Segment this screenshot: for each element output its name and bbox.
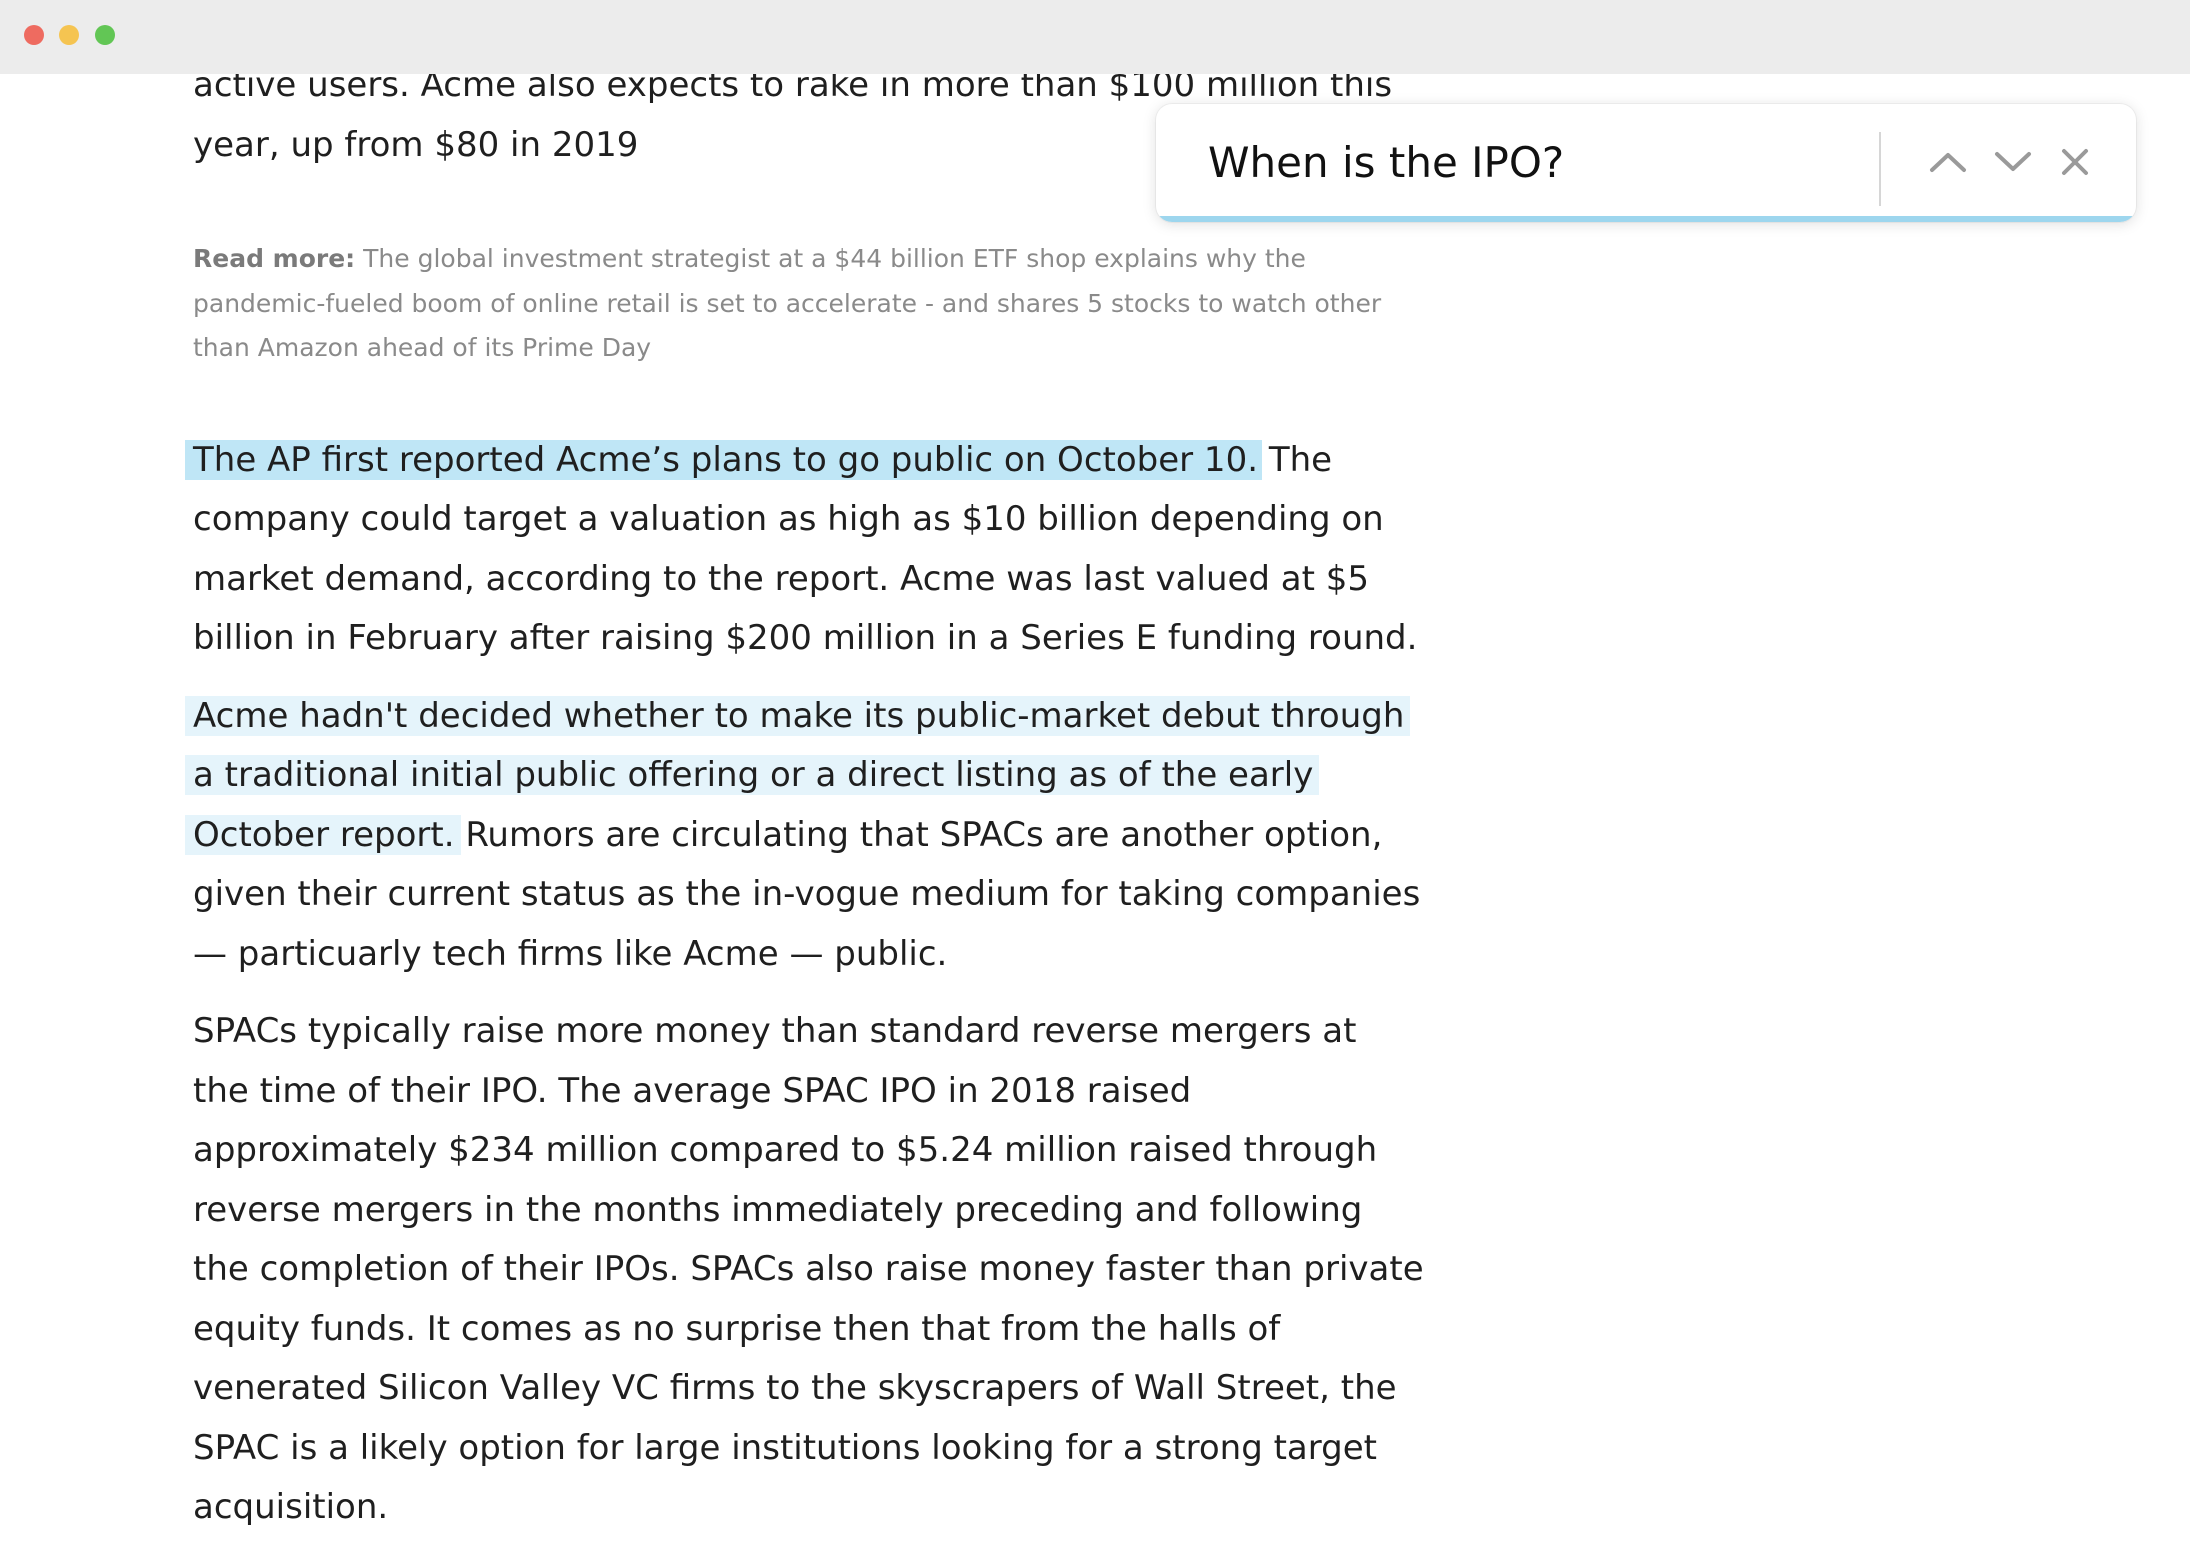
text-line: company could target a valuation as high… [193, 499, 1384, 539]
text-line: approximately $234 million compared to $… [193, 1130, 1378, 1170]
paragraph-ap-report: The AP first reported Acme’s plans to go… [193, 431, 1418, 669]
close-icon [2062, 149, 2088, 175]
text-fragment: Rumors are circulating that SPACs are an… [454, 814, 1383, 855]
article-body: active users. Acme also expects to rake … [193, 56, 1424, 1538]
text-line: equity funds. It comes as no surprise th… [193, 1308, 1281, 1349]
find-input[interactable] [1208, 132, 2008, 192]
text-line: venerated Silicon Valley VC firms to the… [193, 1368, 1397, 1408]
text-line: the time of their IPO. The average SPAC … [193, 1070, 1192, 1111]
next-match-button[interactable] [1989, 138, 2037, 186]
read-more-line[interactable]: pandemic-fueled boom of online retail is… [193, 282, 1413, 327]
text-line: a traditional initial public offering or… [193, 746, 1413, 806]
search-result-highlight-secondary: October report. [193, 814, 455, 855]
find-bar-accent [1156, 216, 2136, 222]
text-line: October report. Rumors are circulating t… [193, 806, 1413, 866]
read-more-link[interactable]: The global investment strategist at a $4… [363, 244, 1306, 273]
read-more-block: Read more: The global investment strateg… [193, 237, 1413, 371]
search-result-highlight-secondary: a traditional initial public offering or… [193, 755, 1314, 795]
chevron-up-icon [1930, 153, 1966, 172]
text-line: The AP first reported Acme’s plans to go… [193, 431, 1413, 491]
search-result-highlight-secondary: Acme hadn't decided whether to make its … [193, 695, 1405, 736]
text-line: the completion of their IPOs. SPACs also… [193, 1249, 1424, 1289]
app-window: active users. Acme also expects to rake … [0, 0, 2190, 1554]
paragraph-spacs: SPACs typically raise more money than st… [193, 1002, 1424, 1538]
search-result-highlight-primary: The AP first reported Acme’s plans to go… [193, 439, 1259, 480]
text-line: SPAC is a likely option for large instit… [193, 1427, 1377, 1468]
paragraph-listing-decision: Acme hadn't decided whether to make its … [193, 687, 1421, 985]
text-line: reverse mergers in the months immediatel… [193, 1189, 1363, 1230]
window-minimize-button[interactable] [59, 25, 79, 45]
read-more-label: Read more: [193, 244, 356, 273]
find-bar [1156, 104, 2136, 222]
read-more-line[interactable]: than Amazon ahead of its Prime Day [193, 326, 1413, 371]
text-fragment: The [1258, 439, 1333, 480]
text-line: Acme hadn't decided whether to make its … [193, 687, 1413, 747]
previous-match-button[interactable] [1924, 138, 1972, 186]
text-line: market demand, according to the report. … [193, 558, 1370, 599]
text-line: — particuarly tech firms like Acme — pub… [193, 933, 948, 974]
find-divider [1879, 132, 1881, 206]
chevron-down-icon [1995, 152, 2031, 171]
text-line: billion in February after raising $200 m… [193, 618, 1418, 658]
text-line: SPACs typically raise more money than st… [193, 1011, 1357, 1051]
window-close-button[interactable] [24, 25, 44, 45]
window-zoom-button[interactable] [95, 25, 115, 45]
read-more-line: Read more: The global investment strateg… [193, 237, 1413, 282]
text-line: acquisition. [193, 1487, 389, 1527]
text-line: given their current status as the in-vog… [193, 874, 1421, 914]
title-bar [0, 0, 2190, 74]
close-find-button[interactable] [2051, 138, 2099, 186]
